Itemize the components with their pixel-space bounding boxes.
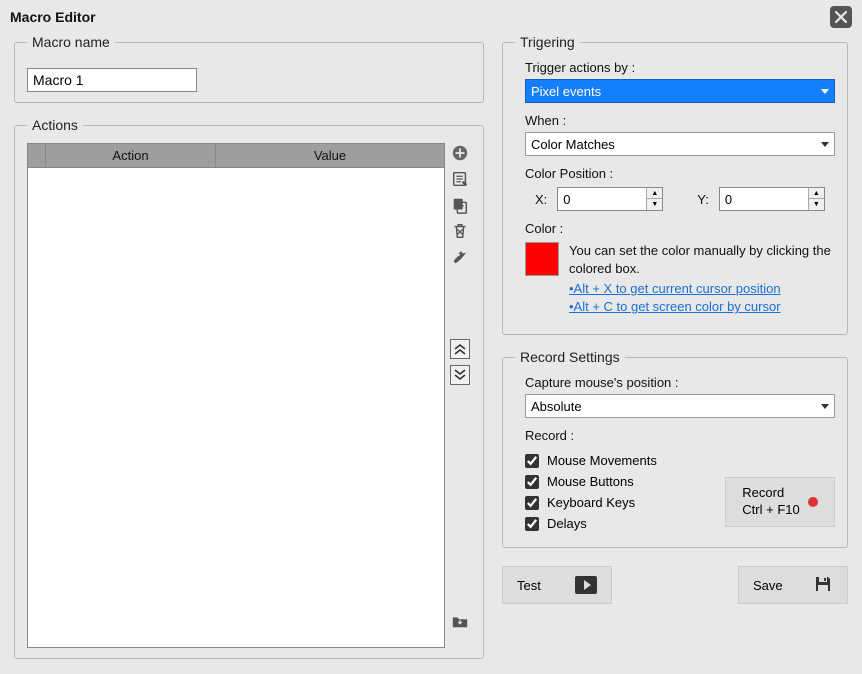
when-value: Color Matches xyxy=(531,137,615,152)
test-button[interactable]: Test xyxy=(502,566,612,604)
y-spinner[interactable]: ▲▼ xyxy=(808,188,824,210)
color-position-label: Color Position : xyxy=(525,166,835,181)
save-icon xyxy=(813,574,833,597)
close-button[interactable] xyxy=(830,6,852,28)
chk-keys[interactable] xyxy=(525,496,539,510)
when-select[interactable]: Color Matches xyxy=(525,132,835,156)
chevron-down-icon xyxy=(821,89,829,94)
triggering-group: Trigering Trigger actions by : Pixel eve… xyxy=(502,34,848,335)
copy-action-button[interactable] xyxy=(450,195,470,215)
record-button[interactable]: Record Ctrl + F10 xyxy=(725,477,835,527)
capture-select[interactable]: Absolute xyxy=(525,394,835,418)
edit-icon xyxy=(451,170,469,188)
trash-icon xyxy=(451,222,469,240)
chk-buttons-row[interactable]: Mouse Buttons xyxy=(525,474,725,489)
plus-circle-icon xyxy=(451,144,469,162)
actions-legend: Actions xyxy=(27,117,83,133)
actions-body[interactable] xyxy=(28,168,444,647)
action-column-header: Action xyxy=(46,144,216,167)
capture-value: Absolute xyxy=(531,399,582,414)
y-label: Y: xyxy=(687,192,709,207)
macro-name-input[interactable] xyxy=(27,68,197,92)
actions-table[interactable]: Action Value xyxy=(27,143,445,648)
wizard-icon xyxy=(451,248,469,266)
chevron-down-icon xyxy=(821,142,829,147)
chk-buttons-label: Mouse Buttons xyxy=(547,474,634,489)
wizard-button[interactable] xyxy=(450,247,470,267)
x-label: X: xyxy=(525,192,547,207)
double-chevron-down-icon xyxy=(453,368,467,382)
row-number-header xyxy=(28,144,46,167)
close-icon xyxy=(835,11,847,23)
test-label: Test xyxy=(517,578,541,593)
macro-name-legend: Macro name xyxy=(27,34,115,50)
folder-download-icon xyxy=(451,612,469,630)
chk-movements-label: Mouse Movements xyxy=(547,453,657,468)
value-column-header: Value xyxy=(216,144,444,167)
altc-link[interactable]: •Alt + C to get screen color by cursor xyxy=(525,299,835,314)
chevron-down-icon xyxy=(821,404,829,409)
delete-action-button[interactable] xyxy=(450,221,470,241)
edit-action-button[interactable] xyxy=(450,169,470,189)
record-label: Record : xyxy=(525,428,835,443)
when-label: When : xyxy=(525,113,835,128)
save-label: Save xyxy=(753,578,783,593)
chk-buttons[interactable] xyxy=(525,475,539,489)
chk-delays-row[interactable]: Delays xyxy=(525,516,725,531)
trigger-by-select[interactable]: Pixel events xyxy=(525,79,835,103)
triggering-legend: Trigering xyxy=(515,34,580,50)
record-settings-legend: Record Settings xyxy=(515,349,625,365)
record-settings-group: Record Settings Capture mouse's position… xyxy=(502,349,848,548)
actions-group: Actions Action Value xyxy=(14,117,484,659)
record-dot-icon xyxy=(808,497,818,507)
capture-label: Capture mouse's position : xyxy=(525,375,835,390)
x-field[interactable] xyxy=(558,190,646,209)
trigger-by-label: Trigger actions by : xyxy=(525,60,835,75)
actions-header: Action Value xyxy=(28,144,444,168)
altx-link[interactable]: •Alt + X to get current cursor position xyxy=(525,281,835,296)
move-down-button[interactable] xyxy=(450,365,470,385)
save-button[interactable]: Save xyxy=(738,566,848,604)
chk-keys-label: Keyboard Keys xyxy=(547,495,635,510)
add-action-button[interactable] xyxy=(450,143,470,163)
title-bar: Macro Editor xyxy=(0,0,862,34)
chk-delays-label: Delays xyxy=(547,516,587,531)
export-button[interactable] xyxy=(450,611,470,631)
chk-keys-row[interactable]: Keyboard Keys xyxy=(525,495,725,510)
move-up-button[interactable] xyxy=(450,339,470,359)
y-field[interactable] xyxy=(720,190,808,209)
window-title: Macro Editor xyxy=(10,9,96,25)
y-input[interactable]: ▲▼ xyxy=(719,187,825,211)
play-icon xyxy=(575,576,597,594)
record-btn-line1: Record xyxy=(742,485,799,502)
color-hint: You can set the color manually by clicki… xyxy=(569,242,835,278)
chk-movements-row[interactable]: Mouse Movements xyxy=(525,453,725,468)
double-chevron-up-icon xyxy=(453,342,467,356)
copy-icon xyxy=(451,196,469,214)
color-swatch[interactable] xyxy=(525,242,559,276)
trigger-by-value: Pixel events xyxy=(531,84,601,99)
x-spinner[interactable]: ▲▼ xyxy=(646,188,662,210)
record-btn-line2: Ctrl + F10 xyxy=(742,502,799,519)
color-label: Color : xyxy=(525,221,835,236)
macro-name-group: Macro name xyxy=(14,34,484,103)
chk-movements[interactable] xyxy=(525,454,539,468)
chk-delays[interactable] xyxy=(525,517,539,531)
x-input[interactable]: ▲▼ xyxy=(557,187,663,211)
